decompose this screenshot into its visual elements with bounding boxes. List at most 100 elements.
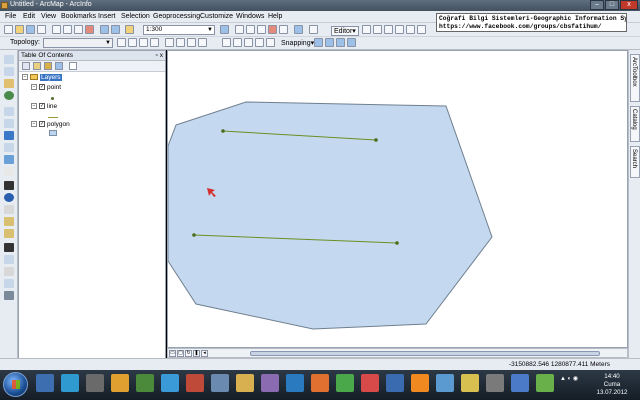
collapse-icon[interactable]: − bbox=[31, 84, 37, 91]
topology-combo[interactable]: ▼ bbox=[43, 38, 113, 48]
validate-extent-icon[interactable] bbox=[176, 38, 185, 47]
copy-icon[interactable] bbox=[63, 25, 72, 34]
paste-icon[interactable] bbox=[74, 25, 83, 34]
python-icon[interactable] bbox=[279, 25, 288, 34]
measure-icon[interactable] bbox=[4, 229, 14, 238]
vertex-point[interactable] bbox=[374, 138, 378, 142]
list-by-visibility-icon[interactable] bbox=[44, 62, 52, 70]
pan-icon[interactable] bbox=[4, 79, 14, 88]
catalog-tab[interactable]: Catalog bbox=[630, 106, 640, 142]
html-popup-icon[interactable] bbox=[4, 217, 14, 226]
forward-extent-icon[interactable] bbox=[4, 143, 14, 152]
layer-row-point[interactable]: − ✓ point bbox=[31, 84, 61, 91]
options-icon[interactable] bbox=[69, 62, 77, 70]
buffer-icon[interactable] bbox=[266, 38, 275, 47]
pause-drawing-icon[interactable]: ❚ bbox=[193, 350, 200, 357]
toc-close-controls[interactable]: ▫ x bbox=[156, 51, 163, 61]
layer-visibility-checkbox[interactable]: ✓ bbox=[39, 103, 45, 110]
scroll-left-icon[interactable]: ◂ bbox=[201, 350, 208, 357]
table-of-contents-icon[interactable] bbox=[235, 25, 244, 34]
clear-selection-icon[interactable] bbox=[4, 167, 14, 176]
menu-customize[interactable]: Customize bbox=[200, 13, 233, 20]
taskbar-app-icon[interactable] bbox=[61, 374, 79, 392]
delete-icon[interactable] bbox=[85, 25, 94, 34]
taskbar-app-icon[interactable] bbox=[511, 374, 529, 392]
split-icon[interactable] bbox=[244, 38, 253, 47]
editor-toolbar-icon[interactable] bbox=[220, 25, 229, 34]
collapse-icon[interactable]: − bbox=[31, 121, 37, 128]
find-route-icon[interactable] bbox=[4, 255, 14, 264]
taskbar-app-icon[interactable] bbox=[286, 374, 304, 392]
layer-name[interactable]: polygon bbox=[47, 121, 70, 128]
collapse-icon[interactable]: − bbox=[31, 103, 37, 110]
menu-bookmarks[interactable]: Bookmarks bbox=[61, 13, 96, 20]
error-inspector-icon[interactable] bbox=[198, 38, 207, 47]
vertex-point[interactable] bbox=[221, 129, 225, 133]
taskbar-app-icon[interactable] bbox=[261, 374, 279, 392]
fixed-zoom-in-icon[interactable] bbox=[4, 107, 14, 116]
merge-icon[interactable] bbox=[255, 38, 264, 47]
taskbar-app-icon[interactable] bbox=[111, 374, 129, 392]
catalog-icon[interactable] bbox=[246, 25, 255, 34]
full-extent-icon[interactable] bbox=[4, 91, 14, 100]
layer-name[interactable]: point bbox=[47, 84, 61, 91]
new-document-icon[interactable] bbox=[4, 25, 13, 34]
topology-edit-icon[interactable] bbox=[117, 38, 126, 47]
help-icon[interactable] bbox=[309, 25, 318, 34]
layer-row-line[interactable]: − ✓ line bbox=[31, 103, 57, 110]
search-tab[interactable]: Search bbox=[630, 146, 640, 178]
menu-edit[interactable]: Edit bbox=[23, 13, 35, 20]
data-view-button[interactable]: ▭ bbox=[169, 350, 176, 357]
edit-tool-icon[interactable] bbox=[362, 25, 371, 34]
print-icon[interactable] bbox=[37, 25, 46, 34]
taskbar-app-icon[interactable] bbox=[386, 374, 404, 392]
polygon-feature[interactable] bbox=[167, 101, 493, 330]
vertex-tool-icon[interactable] bbox=[406, 25, 415, 34]
taskbar-app-icon[interactable] bbox=[136, 374, 154, 392]
collapse-icon[interactable]: − bbox=[22, 74, 28, 81]
fix-error-icon[interactable] bbox=[187, 38, 196, 47]
identify-icon[interactable] bbox=[4, 193, 14, 202]
reshape-edge-icon[interactable] bbox=[150, 38, 159, 47]
edge-snapping-icon[interactable] bbox=[347, 38, 356, 47]
time-slider-icon[interactable] bbox=[4, 279, 14, 288]
list-by-selection-icon[interactable] bbox=[55, 62, 63, 70]
attributes-icon[interactable] bbox=[417, 25, 426, 34]
list-by-source-icon[interactable] bbox=[33, 62, 41, 70]
menu-selection[interactable]: Selection bbox=[121, 13, 150, 20]
taskbar-app-icon[interactable] bbox=[186, 374, 204, 392]
menu-insert[interactable]: Insert bbox=[98, 13, 116, 20]
arctoolbox-icon[interactable] bbox=[268, 25, 277, 34]
editor-menu[interactable]: Editor▾ bbox=[331, 26, 359, 36]
undo-icon[interactable] bbox=[100, 25, 109, 34]
layer-visibility-checkbox[interactable]: ✓ bbox=[39, 84, 45, 91]
find-icon[interactable] bbox=[4, 243, 14, 252]
layers-label[interactable]: Layers bbox=[40, 74, 62, 81]
save-icon[interactable] bbox=[26, 25, 35, 34]
go-to-xy-icon[interactable] bbox=[4, 267, 14, 276]
point-snapping-icon[interactable] bbox=[314, 38, 323, 47]
validate-icon[interactable] bbox=[165, 38, 174, 47]
refresh-icon[interactable]: ↻ bbox=[185, 350, 192, 357]
create-viewer-icon[interactable] bbox=[4, 291, 14, 300]
taskbar-app-icon[interactable] bbox=[211, 374, 229, 392]
menu-file[interactable]: File bbox=[5, 13, 16, 20]
taskbar-app-icon[interactable] bbox=[461, 374, 479, 392]
arctoolbox-tab[interactable]: ArcToolbox bbox=[630, 54, 640, 102]
taskbar-app-icon[interactable] bbox=[236, 374, 254, 392]
sketch-tool-icon[interactable] bbox=[395, 25, 404, 34]
taskbar-app-icon[interactable] bbox=[536, 374, 554, 392]
maximize-button[interactable]: □ bbox=[605, 0, 619, 10]
model-builder-icon[interactable] bbox=[294, 25, 303, 34]
menu-windows[interactable]: Windows bbox=[236, 13, 264, 20]
back-extent-icon[interactable] bbox=[4, 131, 14, 140]
snapping-menu[interactable]: Snapping▾ bbox=[281, 39, 314, 47]
select-elements-icon[interactable] bbox=[4, 181, 14, 190]
layer-name[interactable]: line bbox=[47, 103, 57, 110]
open-icon[interactable] bbox=[15, 25, 24, 34]
map-topology-icon[interactable] bbox=[128, 38, 137, 47]
taskbar-app-icon[interactable] bbox=[361, 374, 379, 392]
select-features-icon[interactable] bbox=[4, 155, 14, 164]
zoom-out-icon[interactable] bbox=[4, 67, 14, 76]
redo-icon[interactable] bbox=[111, 25, 120, 34]
